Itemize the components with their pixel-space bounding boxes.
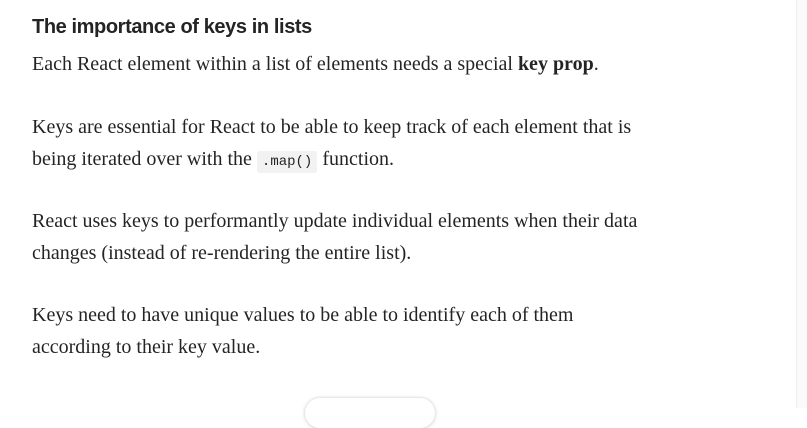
paragraph-text: being iterated over with the xyxy=(32,147,257,170)
paragraph-performance: React uses keys to performantly update i… xyxy=(32,206,637,269)
paragraph-line: being iterated over with the .map() func… xyxy=(32,144,631,179)
paragraph-line: changes (instead of re-rendering the ent… xyxy=(32,241,412,264)
inline-code-map: .map() xyxy=(256,150,318,173)
floating-action-bar[interactable] xyxy=(305,398,435,428)
paragraph-unique-values: Keys need to have unique values to be ab… xyxy=(32,300,573,363)
scrollbar-track[interactable] xyxy=(796,0,807,408)
paragraph-punctuation: . xyxy=(593,53,599,75)
section-heading: The importance of keys in lists xyxy=(32,16,312,38)
paragraph-line: Keys need to have unique values to be ab… xyxy=(32,304,574,326)
paragraph-text: Each React element within a list of elem… xyxy=(32,53,518,75)
paragraph-line: React uses keys to performantly update i… xyxy=(32,210,638,232)
paragraph-text: function. xyxy=(317,147,394,170)
paragraph-keys-essential: Keys are essential for React to be able … xyxy=(32,112,631,178)
paragraph-key-prop: Each React element within a list of elem… xyxy=(32,49,599,81)
paragraph-line: according to their key value. xyxy=(32,335,261,358)
paragraph-line: Keys are essential for React to be able … xyxy=(32,116,632,138)
key-prop-emphasis: key prop xyxy=(517,53,594,75)
